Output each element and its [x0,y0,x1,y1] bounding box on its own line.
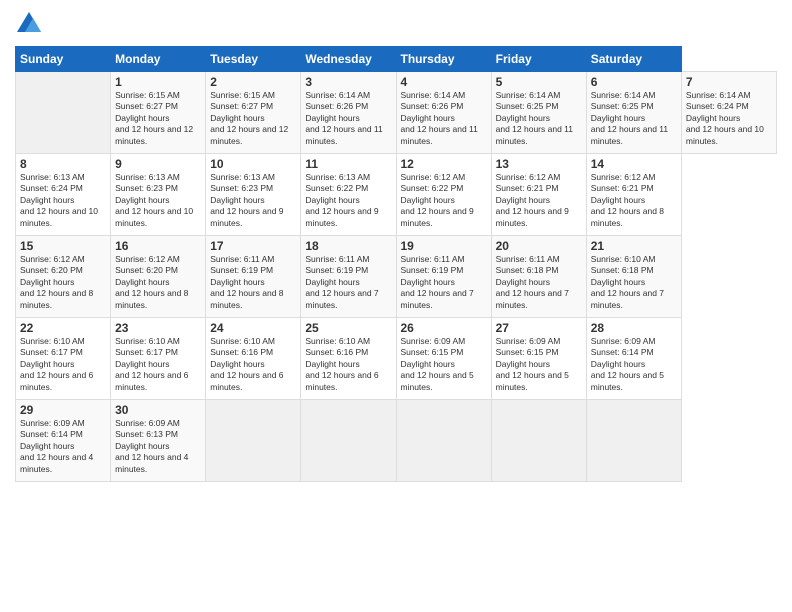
col-header-tuesday: Tuesday [206,47,301,72]
cell-1-3: 11 Sunrise: 6:13 AMSunset: 6:22 PMDaylig… [301,154,396,236]
cell-4-2 [206,400,301,482]
cell-0-3: 3 Sunrise: 6:14 AMSunset: 6:26 PMDayligh… [301,72,396,154]
cell-0-0 [16,72,111,154]
cell-1-1: 9 Sunrise: 6:13 AMSunset: 6:23 PMDayligh… [111,154,206,236]
cell-3-4: 26 Sunrise: 6:09 AMSunset: 6:15 PMDaylig… [396,318,491,400]
cell-2-3: 18 Sunrise: 6:11 AMSunset: 6:19 PMDaylig… [301,236,396,318]
cell-0-1: 1 Sunrise: 6:15 AMSunset: 6:27 PMDayligh… [111,72,206,154]
cell-4-0: 29 Sunrise: 6:09 AMSunset: 6:14 PMDaylig… [16,400,111,482]
cell-2-1: 16 Sunrise: 6:12 AMSunset: 6:20 PMDaylig… [111,236,206,318]
week-row-2: 15 Sunrise: 6:12 AMSunset: 6:20 PMDaylig… [16,236,777,318]
cell-4-6 [586,400,681,482]
cell-4-1: 30 Sunrise: 6:09 AMSunset: 6:13 PMDaylig… [111,400,206,482]
header [15,10,777,38]
cell-0-2: 2 Sunrise: 6:15 AMSunset: 6:27 PMDayligh… [206,72,301,154]
logo [15,10,47,38]
cell-1-5: 13 Sunrise: 6:12 AMSunset: 6:21 PMDaylig… [491,154,586,236]
col-header-sunday: Sunday [16,47,111,72]
cell-1-4: 12 Sunrise: 6:12 AMSunset: 6:22 PMDaylig… [396,154,491,236]
col-header-friday: Friday [491,47,586,72]
week-row-1: 8 Sunrise: 6:13 AMSunset: 6:24 PMDayligh… [16,154,777,236]
cell-3-6: 28 Sunrise: 6:09 AMSunset: 6:14 PMDaylig… [586,318,681,400]
col-header-wednesday: Wednesday [301,47,396,72]
cell-1-2: 10 Sunrise: 6:13 AMSunset: 6:23 PMDaylig… [206,154,301,236]
cell-2-4: 19 Sunrise: 6:11 AMSunset: 6:19 PMDaylig… [396,236,491,318]
cell-4-3 [301,400,396,482]
cell-3-0: 22 Sunrise: 6:10 AMSunset: 6:17 PMDaylig… [16,318,111,400]
cell-0-4: 4 Sunrise: 6:14 AMSunset: 6:26 PMDayligh… [396,72,491,154]
cell-3-1: 23 Sunrise: 6:10 AMSunset: 6:17 PMDaylig… [111,318,206,400]
col-header-monday: Monday [111,47,206,72]
cell-0-7: 7 Sunrise: 6:14 AMSunset: 6:24 PMDayligh… [681,72,776,154]
col-header-saturday: Saturday [586,47,681,72]
week-row-4: 29 Sunrise: 6:09 AMSunset: 6:14 PMDaylig… [16,400,777,482]
calendar-table: SundayMondayTuesdayWednesdayThursdayFrid… [15,46,777,482]
cell-3-5: 27 Sunrise: 6:09 AMSunset: 6:15 PMDaylig… [491,318,586,400]
cell-0-6: 6 Sunrise: 6:14 AMSunset: 6:25 PMDayligh… [586,72,681,154]
week-row-0: 1 Sunrise: 6:15 AMSunset: 6:27 PMDayligh… [16,72,777,154]
cell-2-2: 17 Sunrise: 6:11 AMSunset: 6:19 PMDaylig… [206,236,301,318]
cell-3-3: 25 Sunrise: 6:10 AMSunset: 6:16 PMDaylig… [301,318,396,400]
cell-1-6: 14 Sunrise: 6:12 AMSunset: 6:21 PMDaylig… [586,154,681,236]
calendar-body: 1 Sunrise: 6:15 AMSunset: 6:27 PMDayligh… [16,72,777,482]
cell-4-4 [396,400,491,482]
cell-2-5: 20 Sunrise: 6:11 AMSunset: 6:18 PMDaylig… [491,236,586,318]
cell-1-0: 8 Sunrise: 6:13 AMSunset: 6:24 PMDayligh… [16,154,111,236]
cell-0-5: 5 Sunrise: 6:14 AMSunset: 6:25 PMDayligh… [491,72,586,154]
week-row-3: 22 Sunrise: 6:10 AMSunset: 6:17 PMDaylig… [16,318,777,400]
cell-2-6: 21 Sunrise: 6:10 AMSunset: 6:18 PMDaylig… [586,236,681,318]
page: SundayMondayTuesdayWednesdayThursdayFrid… [0,0,792,612]
calendar-header-row: SundayMondayTuesdayWednesdayThursdayFrid… [16,47,777,72]
cell-2-0: 15 Sunrise: 6:12 AMSunset: 6:20 PMDaylig… [16,236,111,318]
logo-icon [15,10,43,38]
cell-3-2: 24 Sunrise: 6:10 AMSunset: 6:16 PMDaylig… [206,318,301,400]
col-header-thursday: Thursday [396,47,491,72]
cell-4-5 [491,400,586,482]
